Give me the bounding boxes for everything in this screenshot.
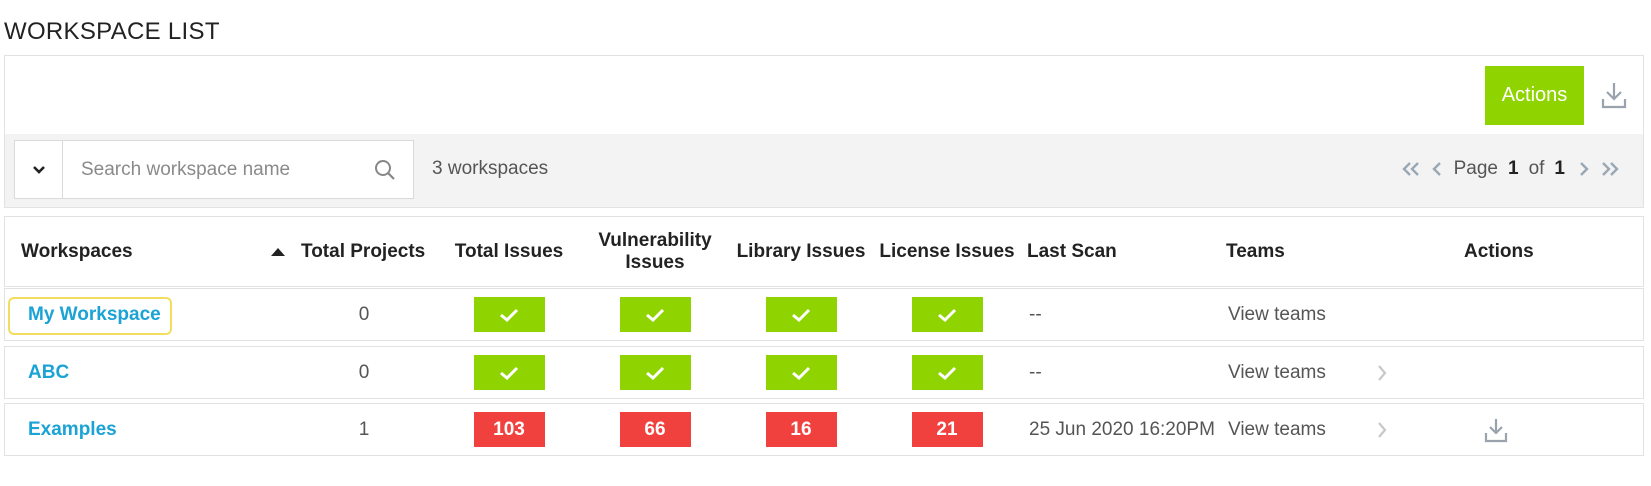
workspace-link[interactable]: My Workspace [28,304,161,326]
header-actions: Actions [1464,240,1534,262]
header-total-issues[interactable]: Total Issues [439,217,579,286]
total-issues-badge[interactable]: 103 [473,412,545,447]
workspace-toolbar-panel: Actions 3 workspaces Page 1 of 1 [4,55,1644,208]
header-workspaces[interactable]: Workspaces [21,217,133,286]
header-total-projects[interactable]: Total Projects [271,217,425,286]
of-label: of [1528,158,1545,179]
total-projects-value: 0 [358,361,370,383]
check-icon [500,366,519,380]
search-input[interactable] [63,141,357,198]
last-scan-value: -- [1029,303,1042,325]
chevron-right-icon[interactable] [1370,347,1394,398]
download-icon[interactable] [1481,404,1511,455]
actions-button[interactable]: Actions [1485,66,1584,125]
table-row[interactable]: Examples 1 103 66 16 21 25 Jun 2020 16:2… [4,403,1644,456]
check-icon [938,366,957,380]
page-title: WORKSPACE LIST [4,18,220,45]
library-issues-badge[interactable]: 16 [765,412,837,447]
workspace-link[interactable]: ABC [28,362,69,384]
chevron-down-icon[interactable] [15,141,63,198]
table-row[interactable]: ABC 0 -- View teams [4,346,1644,399]
library-issues-badge [765,355,837,390]
total-projects-value: 0 [358,303,370,325]
last-scan-value: -- [1029,361,1042,383]
workspace-link[interactable]: Examples [28,419,117,441]
license-issues-badge [911,355,983,390]
vulnerability-issues-badge [619,297,691,332]
header-library-issues[interactable]: Library Issues [731,217,871,286]
total-pages: 1 [1554,158,1565,179]
total-projects-value: 1 [358,418,370,440]
vulnerability-issues-badge[interactable]: 66 [619,412,691,447]
next-page-icon[interactable] [1571,156,1597,182]
header-vulnerability-line2: Issues [625,251,685,273]
page-label: Page [1453,158,1498,179]
table-header: Workspaces Total Projects Total Issues V… [4,216,1644,287]
header-license-issues[interactable]: License Issues [877,217,1017,286]
sort-up-icon [271,247,285,256]
header-last-scan[interactable]: Last Scan [1027,217,1117,286]
check-icon [938,308,957,322]
prev-page-icon[interactable] [1424,156,1450,182]
license-issues-badge[interactable]: 21 [911,412,983,447]
chevron-right-icon[interactable] [1370,404,1394,455]
first-page-icon[interactable] [1398,156,1424,182]
total-issues-badge [473,355,545,390]
search-box [14,140,414,199]
last-scan-value: 25 Jun 2020 16:20PM [1029,418,1215,440]
view-teams-link[interactable]: View teams [1228,419,1326,441]
header-vulnerability-line1: Vulnerability [598,229,712,251]
check-icon [646,366,665,380]
header-vulnerability-issues[interactable]: Vulnerability Issues [585,217,725,286]
total-issues-badge [473,297,545,332]
last-page-icon[interactable] [1597,156,1623,182]
search-toolbar: 3 workspaces Page 1 of 1 [5,134,1643,207]
search-icon[interactable] [357,141,413,198]
current-page: 1 [1507,158,1519,179]
library-issues-badge [765,297,837,332]
check-icon [500,308,519,322]
pagination: Page 1 of 1 [1398,156,1623,182]
check-icon [792,366,811,380]
license-issues-badge [911,297,983,332]
view-teams-link[interactable]: View teams [1228,362,1326,384]
vulnerability-issues-badge [619,355,691,390]
table-row[interactable]: My Workspace 0 -- View teams [4,288,1644,341]
check-icon [646,308,665,322]
download-icon[interactable] [1599,78,1629,112]
check-icon [792,308,811,322]
header-total-projects-label: Total Projects [301,240,426,262]
view-teams-link[interactable]: View teams [1228,304,1326,326]
workspace-count: 3 workspaces [432,158,549,179]
header-teams: Teams [1226,240,1285,262]
